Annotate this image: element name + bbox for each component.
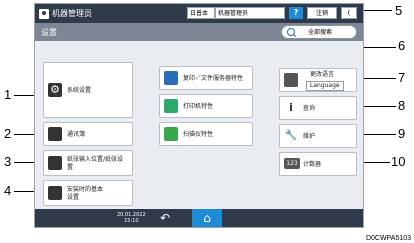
tile-counter[interactable]: 123 计数器 [279,152,357,176]
callout-10: 10 [391,154,406,169]
callout-6: 6 [398,38,406,53]
figure-caption: D0CWPA5103 [365,235,411,242]
tile-label: 通讯簿 [67,131,86,138]
tile-label: 纸张输入位置/纸张设置 [67,156,124,171]
language-icon [284,73,298,87]
copier-icon [164,71,178,85]
bottom-bar: 20.01.2022 15:10 ↶ ⌂ [35,209,363,227]
tile-label: 系统设置 [67,87,92,94]
home-icon: ⌂ [203,211,211,225]
printer-icon [164,99,178,113]
gear-icon: ⚙ [48,83,62,97]
search-icon [287,28,295,36]
logout-button[interactable]: 注销 [307,7,337,19]
install-icon [48,186,62,200]
device-screen: 机器管理员 日普本 机器管理员 ? 注销 ( 设置 全部搜索 ⚙ 系统设置 通讯… [34,3,364,228]
callout-4: 4 [4,183,12,198]
top-bar: 机器管理员 日普本 机器管理员 ? 注销 ( [35,4,363,23]
time-text: 15:10 [124,218,139,224]
tile-paper-settings[interactable]: 纸张输入位置/纸张设置 [43,150,133,176]
tile-maintenance[interactable]: 🔧 维护 [279,124,357,148]
language-label-1: 更改语言 [310,71,335,78]
counter-icon: 123 [284,158,300,169]
tile-label: 计数器 [303,161,322,168]
callout-2: 2 [4,126,12,141]
search-all-button[interactable]: 全部搜索 [281,25,357,39]
tile-label: 维护 [303,133,316,140]
tile-label: 查询 [303,105,316,112]
callout-3: 3 [4,154,12,169]
scanner-icon [164,127,178,141]
tile-inquiry[interactable]: i 查询 [279,96,357,120]
back-arrow-icon[interactable]: ↶ [157,211,173,225]
tile-install-settings[interactable]: 安装时的基本设置 [43,180,133,206]
user-name: 机器管理员 [52,9,92,18]
tile-change-language[interactable]: 更改语言 Language [279,68,357,92]
address-book-icon [48,127,62,141]
energy-saver-button[interactable]: ( [341,7,357,19]
paper-tray-icon [48,156,62,170]
tile-scanner-features[interactable]: 扫描仪特性 [159,122,253,146]
user-icon [39,8,49,19]
callout-9: 9 [398,126,406,141]
tile-label: 复印／文件服务器特性 [183,75,244,82]
user-indicator[interactable]: 机器管理员 [39,7,92,20]
tile-system-settings[interactable]: ⚙ 系统设置 [43,62,133,118]
help-button[interactable]: ? [289,7,303,19]
tile-label: 扫描仪特性 [183,131,214,138]
search-all-label: 全部搜索 [308,29,333,36]
callout-1: 1 [4,87,12,102]
status-chip-right: 机器管理员 [215,7,285,19]
tile-label: 打印机特性 [183,103,214,110]
home-button[interactable]: ⌂ [192,209,222,227]
callout-5: 5 [395,3,403,18]
tile-address-book[interactable]: 通讯簿 [43,122,133,146]
callout-8: 8 [398,98,406,113]
tile-printer-features[interactable]: 打印机特性 [159,94,253,118]
tile-copier-features[interactable]: 复印／文件服务器特性 [159,66,253,90]
status-chip-left: 日普本 [187,7,215,19]
wrench-icon: 🔧 [284,130,298,141]
callout-7: 7 [398,70,406,85]
info-icon: i [289,101,293,114]
language-label-2: Language [306,81,344,91]
date-time: 20.01.2022 15:10 [117,212,146,224]
tile-label: 安装时的基本设置 [67,186,104,201]
page-title: 设置 [41,28,57,37]
